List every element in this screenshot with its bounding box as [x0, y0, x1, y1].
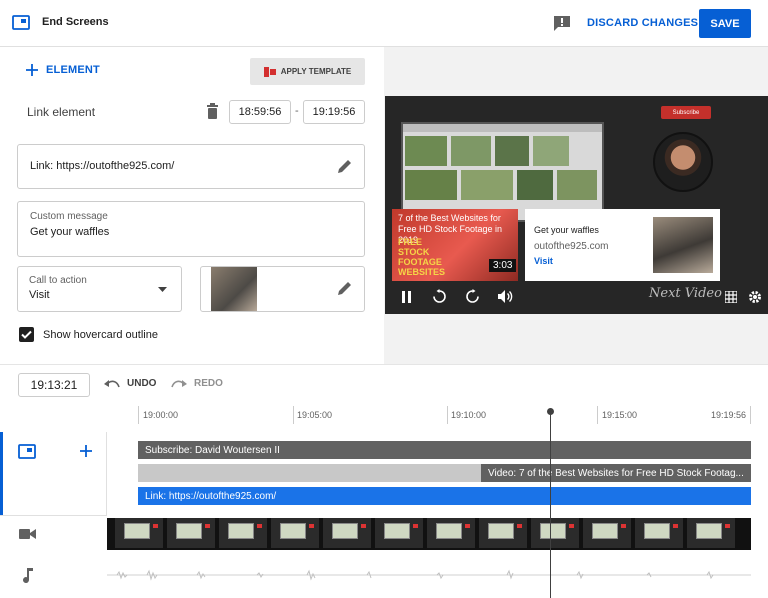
end-time-input[interactable]: 19:19:56	[303, 100, 365, 124]
feedback-icon[interactable]	[553, 15, 571, 32]
channel-avatar	[653, 132, 713, 192]
music-note-icon	[23, 568, 33, 583]
redo-button[interactable]: REDO	[171, 378, 223, 389]
playhead-line[interactable]	[550, 412, 551, 598]
frame-thumbnail	[687, 518, 737, 548]
ruler-tick	[750, 406, 751, 424]
checkbox-checked-icon[interactable]	[19, 327, 34, 342]
playhead-handle[interactable]	[547, 408, 554, 415]
video-duration: 3:03	[489, 259, 517, 272]
video-card-overlay-text: FREE STOCK FOOTAGE WEBSITES	[398, 237, 446, 277]
add-element-button[interactable]: ELEMENT	[26, 64, 100, 76]
pause-icon[interactable]	[402, 291, 412, 303]
link-card-title: Get your waffles	[534, 225, 599, 235]
ruler-label: 19:00:00	[143, 410, 179, 420]
call-to-action-label: Call to action	[29, 275, 87, 286]
current-time-input[interactable]: 19:13:21	[18, 373, 90, 397]
time-separator: -	[295, 105, 299, 117]
custom-message-label: Custom message	[30, 211, 108, 222]
ruler-label: 19:10:00	[451, 410, 487, 420]
timeline-panel: 19:13:21 UNDO REDO 19:00:00 19:05:00 19:…	[0, 364, 768, 598]
save-button[interactable]: SAVE	[699, 9, 751, 38]
video-element-card: 7 of the Best Websites for Free HD Stock…	[392, 209, 518, 281]
apply-template-button[interactable]: APPLY TEMPLATE	[250, 58, 365, 85]
edit-image-pencil-icon[interactable]	[337, 281, 352, 296]
frame-thumbnail	[531, 518, 581, 548]
link-image-thumbnail	[211, 267, 257, 311]
video-track-bar[interactable]: Video: 7 of the Best Websites for Free H…	[138, 464, 751, 482]
frame-thumbnail	[271, 518, 321, 548]
apply-template-label: APPLY TEMPLATE	[280, 67, 352, 76]
link-element-card: Get your waffles outofthe925.com Visit	[525, 209, 720, 281]
frame-thumbnail	[427, 518, 477, 548]
add-element-label: ELEMENT	[46, 64, 100, 76]
video-track-label: Video: 7 of the Best Websites for Free H…	[481, 464, 751, 482]
subscribe-label: Subscribe	[672, 109, 700, 116]
edit-pencil-icon[interactable]	[337, 159, 352, 174]
video-frames-strip	[107, 518, 751, 550]
undo-button[interactable]: UNDO	[104, 378, 156, 389]
redo-label: REDO	[194, 378, 223, 389]
video-frame	[401, 122, 604, 222]
page-title: End Screens	[42, 16, 109, 28]
element-editor-panel: ELEMENT APPLY TEMPLATE Link element 18:5…	[0, 47, 384, 364]
frame-thumbnail	[115, 518, 165, 548]
video-camera-icon	[19, 529, 36, 539]
frame-thumbnail	[219, 518, 269, 548]
start-time-input[interactable]: 18:59:56	[229, 100, 291, 124]
dropdown-arrow-icon	[158, 287, 167, 292]
add-track-plus-icon[interactable]	[80, 445, 92, 457]
link-field[interactable]: Link: https://outofthe925.com/	[17, 144, 365, 189]
volume-icon[interactable]	[498, 290, 513, 303]
link-card-domain: outofthe925.com	[534, 241, 609, 252]
ruler-label: 19:05:00	[297, 410, 333, 420]
hovercard-checkbox[interactable]: Show hovercard outline	[19, 327, 158, 342]
link-track-bar[interactable]: Link: https://outofthe925.com/	[138, 487, 751, 505]
hovercard-label: Show hovercard outline	[43, 328, 158, 341]
custom-message-field[interactable]: Custom message Get your waffles	[17, 201, 365, 257]
frame-thumbnail	[583, 518, 633, 548]
subscribe-button-preview: Subscribe	[661, 106, 711, 119]
call-to-action-select[interactable]: Call to action Visit	[17, 266, 182, 312]
image-field[interactable]	[200, 266, 365, 312]
link-card-cta: Visit	[534, 256, 553, 266]
discard-changes-button[interactable]: DISCARD CHANGES	[587, 17, 698, 29]
settings-gear-icon[interactable]	[748, 290, 762, 304]
undo-icon	[104, 379, 120, 387]
custom-message-value: Get your waffles	[30, 226, 110, 238]
frame-thumbnail	[635, 518, 685, 548]
link-card-image	[653, 217, 713, 273]
ruler-tick	[293, 406, 294, 424]
end-screen-track-icon	[18, 444, 36, 459]
watermark-text: Next Video	[649, 286, 722, 301]
end-screen-icon	[12, 15, 30, 30]
top-bar: End Screens DISCARD CHANGES SAVE	[0, 0, 768, 47]
element-track-header	[0, 432, 107, 516]
ruler-tick	[447, 406, 448, 424]
frame-thumbnail	[167, 518, 217, 548]
ruler-label: 19:15:00	[602, 410, 638, 420]
ruler-tick	[138, 406, 139, 424]
video-player-preview: Subscribe 7 of the Best Websites for Fre…	[385, 96, 768, 314]
trash-icon[interactable]	[206, 103, 219, 119]
template-icon	[263, 66, 276, 77]
frame-thumbnail	[479, 518, 529, 548]
forward-10-icon[interactable]	[465, 289, 480, 304]
ruler-tick	[597, 406, 598, 424]
frame-thumbnail	[375, 518, 425, 548]
audio-waveform	[107, 569, 751, 581]
ruler-label: 19:19:56	[711, 410, 747, 420]
redo-icon	[171, 379, 187, 387]
frame-thumbnail	[323, 518, 373, 548]
link-value: Link: https://outofthe925.com/	[30, 160, 175, 172]
rewind-10-icon[interactable]	[432, 289, 447, 304]
plus-icon	[26, 64, 38, 76]
grid-icon[interactable]	[725, 291, 737, 303]
subscribe-track-bar[interactable]: Subscribe: David Woutersen II	[138, 441, 751, 459]
call-to-action-value: Visit	[29, 289, 50, 301]
element-type-label: Link element	[27, 105, 96, 119]
undo-label: UNDO	[127, 378, 157, 389]
